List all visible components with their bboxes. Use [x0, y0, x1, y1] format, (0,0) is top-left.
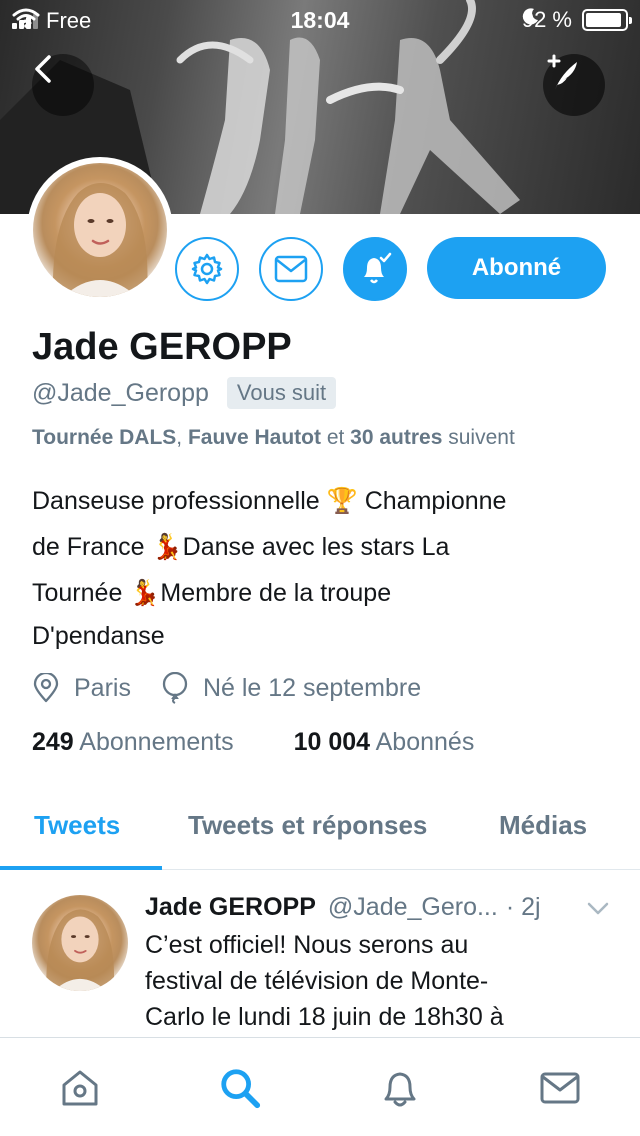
tweet-text: C’est officiel! Nous serons au festival … [145, 927, 615, 1035]
envelope-icon [274, 255, 308, 283]
tweet-header: Jade GEROPP @Jade_Gero... · 2j [145, 893, 541, 922]
bio-line: Danseuse professionnelle 🏆 Championne [32, 487, 507, 515]
tweet[interactable]: Jade GEROPP @Jade_Gero... · 2j C’est off… [0, 871, 640, 1041]
tweet-author-name[interactable]: Jade GEROPP [145, 893, 316, 922]
tab-tweets-and-replies[interactable]: Tweets et réponses [188, 810, 427, 841]
followed-by-line[interactable]: Tournée DALS, Fauve Hautot et 30 autres … [32, 426, 515, 450]
followed-by-name-1[interactable]: Tournée DALS [32, 426, 176, 449]
settings-button[interactable] [175, 237, 239, 301]
nav-search[interactable] [218, 1066, 262, 1110]
tab-tweets[interactable]: Tweets [34, 810, 120, 841]
following-button[interactable]: Abonné [427, 237, 606, 299]
profile-avatar[interactable] [27, 157, 173, 303]
avatar-photo [46, 909, 115, 991]
search-icon [221, 1069, 261, 1109]
nav-messages[interactable] [538, 1066, 582, 1110]
nav-home[interactable] [58, 1066, 102, 1110]
status-bar: Free 18:04 92 % [0, 0, 640, 40]
handle-row: @Jade_Geropp Vous suit [32, 377, 337, 409]
followed-by-others[interactable]: 30 autres [350, 426, 442, 449]
profile-meta: Paris Né le 12 septembre [32, 672, 451, 704]
location-text: Paris [74, 673, 131, 702]
following-count-link[interactable]: 249 Abonnements [32, 728, 234, 757]
gear-icon [191, 253, 223, 285]
following-label: Abonnements [79, 728, 234, 756]
tab-media[interactable]: Médias [499, 810, 587, 841]
bell-icon [384, 1072, 416, 1107]
tweet-line: festival de télévision de Monte- [145, 967, 489, 995]
active-tab-indicator [0, 866, 162, 870]
profile-name: Jade GEROPP [32, 326, 292, 368]
birthday-text: Né le 12 septembre [202, 673, 422, 702]
followers-label: Abonnés [375, 728, 475, 756]
envelope-icon [540, 1072, 580, 1104]
notifications-button[interactable] [343, 237, 407, 301]
followers-count-link[interactable]: 10 004 Abonnés [294, 728, 475, 757]
following-count: 249 [32, 728, 74, 756]
back-button[interactable] [32, 54, 94, 116]
bio-line: D'pendanse [32, 622, 165, 650]
map-pin-icon [33, 673, 59, 703]
followed-by-and: et [320, 426, 351, 449]
follow-counts: 249 Abonnements 10 004 Abonnés [32, 728, 534, 757]
message-button[interactable] [259, 237, 323, 301]
chevron-left-icon [35, 55, 51, 83]
moon-icon [522, 8, 538, 25]
bottom-tab-bar [0, 1037, 640, 1136]
tweet-line: C’est officiel! Nous serons au [145, 931, 469, 959]
bio-line: Tournée 💃Membre de la troupe [32, 579, 392, 607]
tweet-timestamp: · 2j [505, 893, 541, 921]
followed-by-separator: , [176, 426, 188, 449]
profile-handle: @Jade_Geropp [32, 378, 209, 407]
profile-bio: Danseuse professionnelle 🏆 Championne de… [32, 478, 612, 656]
tweet-line: Carlo le lundi 18 juin de 18h30 à [145, 1003, 504, 1031]
battery-icon [582, 9, 632, 31]
tweet-avatar[interactable] [32, 895, 128, 991]
follows-you-badge: Vous suit [226, 377, 337, 409]
profile-tabs: Tweets Tweets et réponses Médias [0, 790, 640, 870]
tweet-author-handle: @Jade_Gero... [327, 893, 498, 921]
compose-tweet-button[interactable] [543, 54, 605, 116]
balloon-icon [162, 672, 188, 704]
followers-count: 10 004 [293, 728, 371, 756]
bell-check-icon [364, 252, 392, 284]
avatar-photo [52, 183, 148, 297]
followed-by-suffix: suivent [442, 426, 515, 449]
chevron-down-icon[interactable] [586, 901, 610, 917]
nav-notifications[interactable] [378, 1066, 422, 1110]
home-icon [62, 1070, 98, 1106]
followed-by-name-2[interactable]: Fauve Hautot [188, 426, 321, 449]
bio-line: de France 💃Danse avec les stars La [32, 533, 450, 561]
quill-plus-icon [547, 54, 577, 90]
